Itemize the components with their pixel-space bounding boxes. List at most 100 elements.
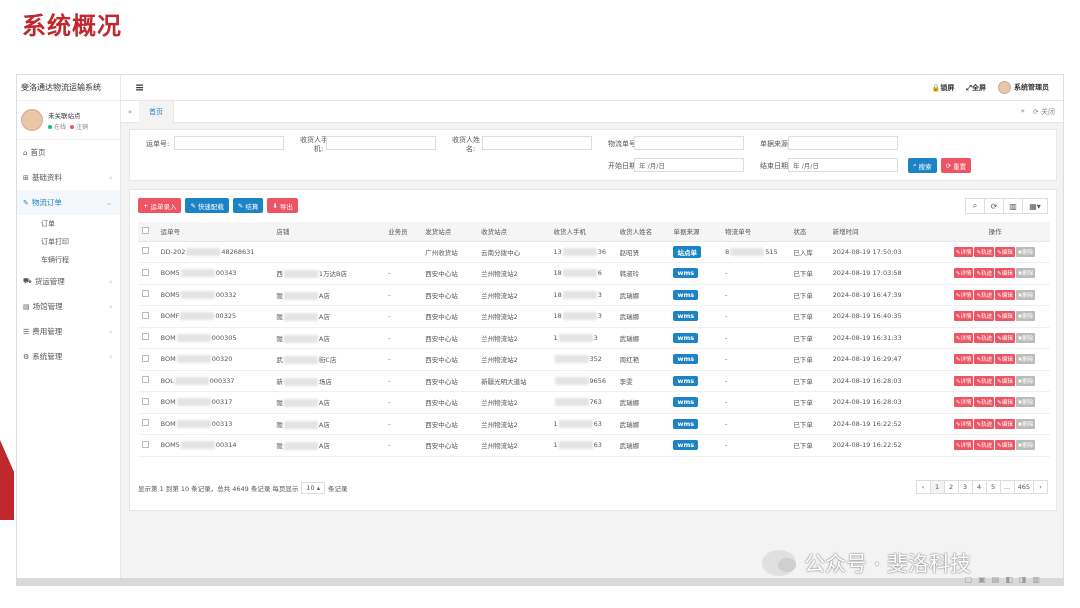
page-button[interactable]: 5 <box>985 480 1001 494</box>
edit-button[interactable]: ✎编辑 <box>995 354 1015 365</box>
columns-icon[interactable]: ▥ <box>1003 198 1023 214</box>
sidebar-item-0[interactable]: ⌂ 首页 <box>17 140 120 165</box>
row-checkbox[interactable] <box>142 419 149 427</box>
order-entry-button[interactable]: + 运单录入 <box>138 198 182 213</box>
table-row[interactable]: BOL 000337 新场店 - 西安中心站 新疆光明大道站 9656 李雯 wms - 已下单 20… <box>138 370 1050 392</box>
tab-scroll-left-icon[interactable]: « <box>121 108 139 116</box>
page-button[interactable]: › <box>1033 480 1048 494</box>
table-row[interactable]: BOM5 00332 陇 A店 - 西安中心站 兰州物流站2 18 3 武瑞娜 wms - 已下单 202… <box>138 284 1050 306</box>
page-button[interactable]: 1 <box>929 480 945 494</box>
edit-button[interactable]: ✎编辑 <box>995 375 1015 386</box>
edit-button[interactable]: ✎编辑 <box>995 311 1015 322</box>
row-checkbox[interactable] <box>142 354 149 362</box>
search-button[interactable]: ⌕ 搜索 <box>908 158 937 173</box>
table-row[interactable]: BOM 00320 武街C店 - 西安中心站 兰州物流站2 352 周红艳 wms - 已下单 202… <box>138 348 1050 371</box>
edit-button[interactable]: ✎编辑 <box>995 418 1015 429</box>
sidebar-subitem[interactable]: 订单 <box>17 215 120 233</box>
sidebar-item-3[interactable]: ⛟ 货运管理 ‹ <box>17 269 120 294</box>
source-input[interactable] <box>788 136 898 150</box>
edit-button[interactable]: ✎编辑 <box>995 289 1015 300</box>
delete-button[interactable]: ✖删除 <box>1015 354 1036 365</box>
table-row[interactable]: BOM5 00314 陇 A店 - 西安中心站 兰州物流站2 1 63 武瑞娜 wms - 已下单 202… <box>138 434 1050 457</box>
order-no-input[interactable] <box>174 136 284 150</box>
refresh-icon[interactable]: ⟳ <box>984 198 1004 214</box>
page-button[interactable]: 3 <box>957 480 973 494</box>
edit-button[interactable]: ✎编辑 <box>995 268 1015 279</box>
logistics-no-input[interactable] <box>634 136 744 150</box>
page-button[interactable]: 4 <box>971 480 987 494</box>
track-button[interactable]: ✎轨迹 <box>974 246 995 257</box>
row-checkbox[interactable] <box>142 247 149 255</box>
sidebar-item-6[interactable]: ⚙ 系统管理 ‹ <box>17 344 120 369</box>
sidebar-item-4[interactable]: ▤ 场馆管理 ‹ <box>17 294 120 319</box>
detail-button[interactable]: ✎详情 <box>953 397 974 408</box>
detail-button[interactable]: ✎详情 <box>953 418 974 429</box>
row-checkbox[interactable] <box>142 376 149 384</box>
settle-button[interactable]: ✎ 结算 <box>232 198 264 213</box>
edit-button[interactable]: ✎编辑 <box>995 246 1015 257</box>
select-all-checkbox[interactable] <box>142 226 149 234</box>
row-checkbox[interactable] <box>142 397 149 405</box>
edit-button[interactable]: ✎编辑 <box>995 440 1015 451</box>
export-button[interactable]: ⬇ 导出 <box>267 198 298 213</box>
sidebar-item-5[interactable]: ☰ 费用管理 ‹ <box>17 319 120 344</box>
track-button[interactable]: ✎轨迹 <box>974 332 995 343</box>
delete-button[interactable]: ✖删除 <box>1015 375 1036 386</box>
row-checkbox[interactable] <box>142 268 149 276</box>
row-checkbox[interactable] <box>142 333 149 341</box>
menu-toggle-icon[interactable]: ≡ <box>135 81 144 94</box>
detail-button[interactable]: ✎详情 <box>953 289 974 300</box>
page-button[interactable]: ‹ <box>915 480 931 494</box>
table-row[interactable]: BOM 000305 陇 A店 - 西安中心站 兰州物流站2 1 3 武瑞娜 wms - 已下单 2024… <box>138 327 1050 349</box>
track-button[interactable]: ✎轨迹 <box>974 354 995 365</box>
row-checkbox[interactable] <box>142 440 149 448</box>
table-row[interactable]: BOM 00313 陇 A店 - 西安中心站 兰州物流站2 1 63 武瑞娜 wms - 已下单 2024… <box>138 413 1050 435</box>
detail-button[interactable]: ✎详情 <box>953 268 974 279</box>
track-button[interactable]: ✎轨迹 <box>974 397 995 408</box>
admin-menu[interactable]: 系统管理员 <box>998 81 1049 94</box>
sidebar-item-2[interactable]: ✎ 物流订单 ⌄ <box>17 190 120 215</box>
grid-menu-icon[interactable]: ▦▾ <box>1022 198 1048 214</box>
track-button[interactable]: ✎轨迹 <box>974 418 995 429</box>
track-button[interactable]: ✎轨迹 <box>974 268 995 279</box>
receiver-name-input[interactable] <box>482 136 592 150</box>
fullscreen-button[interactable]: ⤢全屏 <box>966 83 986 93</box>
page-size-select[interactable]: 10 ▴ <box>301 482 326 494</box>
delete-button[interactable]: ✖删除 <box>1015 440 1036 451</box>
table-row[interactable]: DD-202 48268631 广州收货站 云南分拨中心 13 36 赵昭贤 站点单 8 515 已… <box>138 241 1050 263</box>
logout-link[interactable]: 注销 <box>76 124 88 131</box>
delete-button[interactable]: ✖删除 <box>1015 268 1036 279</box>
edit-button[interactable]: ✎编辑 <box>995 332 1015 343</box>
tab-scroll-right-icon[interactable]: » <box>1021 107 1025 117</box>
detail-button[interactable]: ✎详情 <box>953 375 974 386</box>
search-icon[interactable]: ⌕ <box>965 198 985 214</box>
sidebar-subitem[interactable]: 车辆行程 <box>17 251 120 269</box>
detail-button[interactable]: ✎详情 <box>953 440 974 451</box>
page-button[interactable]: 465 <box>1013 480 1034 494</box>
delete-button[interactable]: ✖删除 <box>1015 246 1036 257</box>
end-date-input[interactable] <box>788 158 898 172</box>
receiver-phone-input[interactable] <box>326 136 436 150</box>
start-date-input[interactable] <box>634 158 744 172</box>
table-row[interactable]: BOM5 00343 西 1万达B店 - 西安中心站 兰州物流站2 18 6 韩淑玲 wms - 已下单… <box>138 262 1050 285</box>
delete-button[interactable]: ✖删除 <box>1015 289 1036 300</box>
delete-button[interactable]: ✖删除 <box>1015 418 1036 429</box>
quick-load-button[interactable]: ✎ 快速配载 <box>185 198 229 213</box>
page-button[interactable]: ... <box>999 480 1015 494</box>
reset-button[interactable]: ⟳ 重置 <box>940 158 972 173</box>
track-button[interactable]: ✎轨迹 <box>974 289 995 300</box>
lock-screen-button[interactable]: 🔒锁屏 <box>932 83 955 93</box>
delete-button[interactable]: ✖删除 <box>1015 332 1036 343</box>
tab-home[interactable]: 首页 <box>139 100 174 123</box>
delete-button[interactable]: ✖删除 <box>1015 397 1036 408</box>
track-button[interactable]: ✎轨迹 <box>974 311 995 322</box>
table-row[interactable]: BOMF 00325 陇 A店 - 西安中心站 兰州物流站2 18 3 武瑞娜 wms - 已下单 202… <box>138 305 1050 328</box>
detail-button[interactable]: ✎详情 <box>953 246 974 257</box>
avatar[interactable] <box>21 109 43 131</box>
detail-button[interactable]: ✎详情 <box>953 311 974 322</box>
detail-button[interactable]: ✎详情 <box>953 332 974 343</box>
row-checkbox[interactable] <box>142 290 149 298</box>
delete-button[interactable]: ✖删除 <box>1015 311 1036 322</box>
row-checkbox[interactable] <box>142 311 149 319</box>
track-button[interactable]: ✎轨迹 <box>974 440 995 451</box>
